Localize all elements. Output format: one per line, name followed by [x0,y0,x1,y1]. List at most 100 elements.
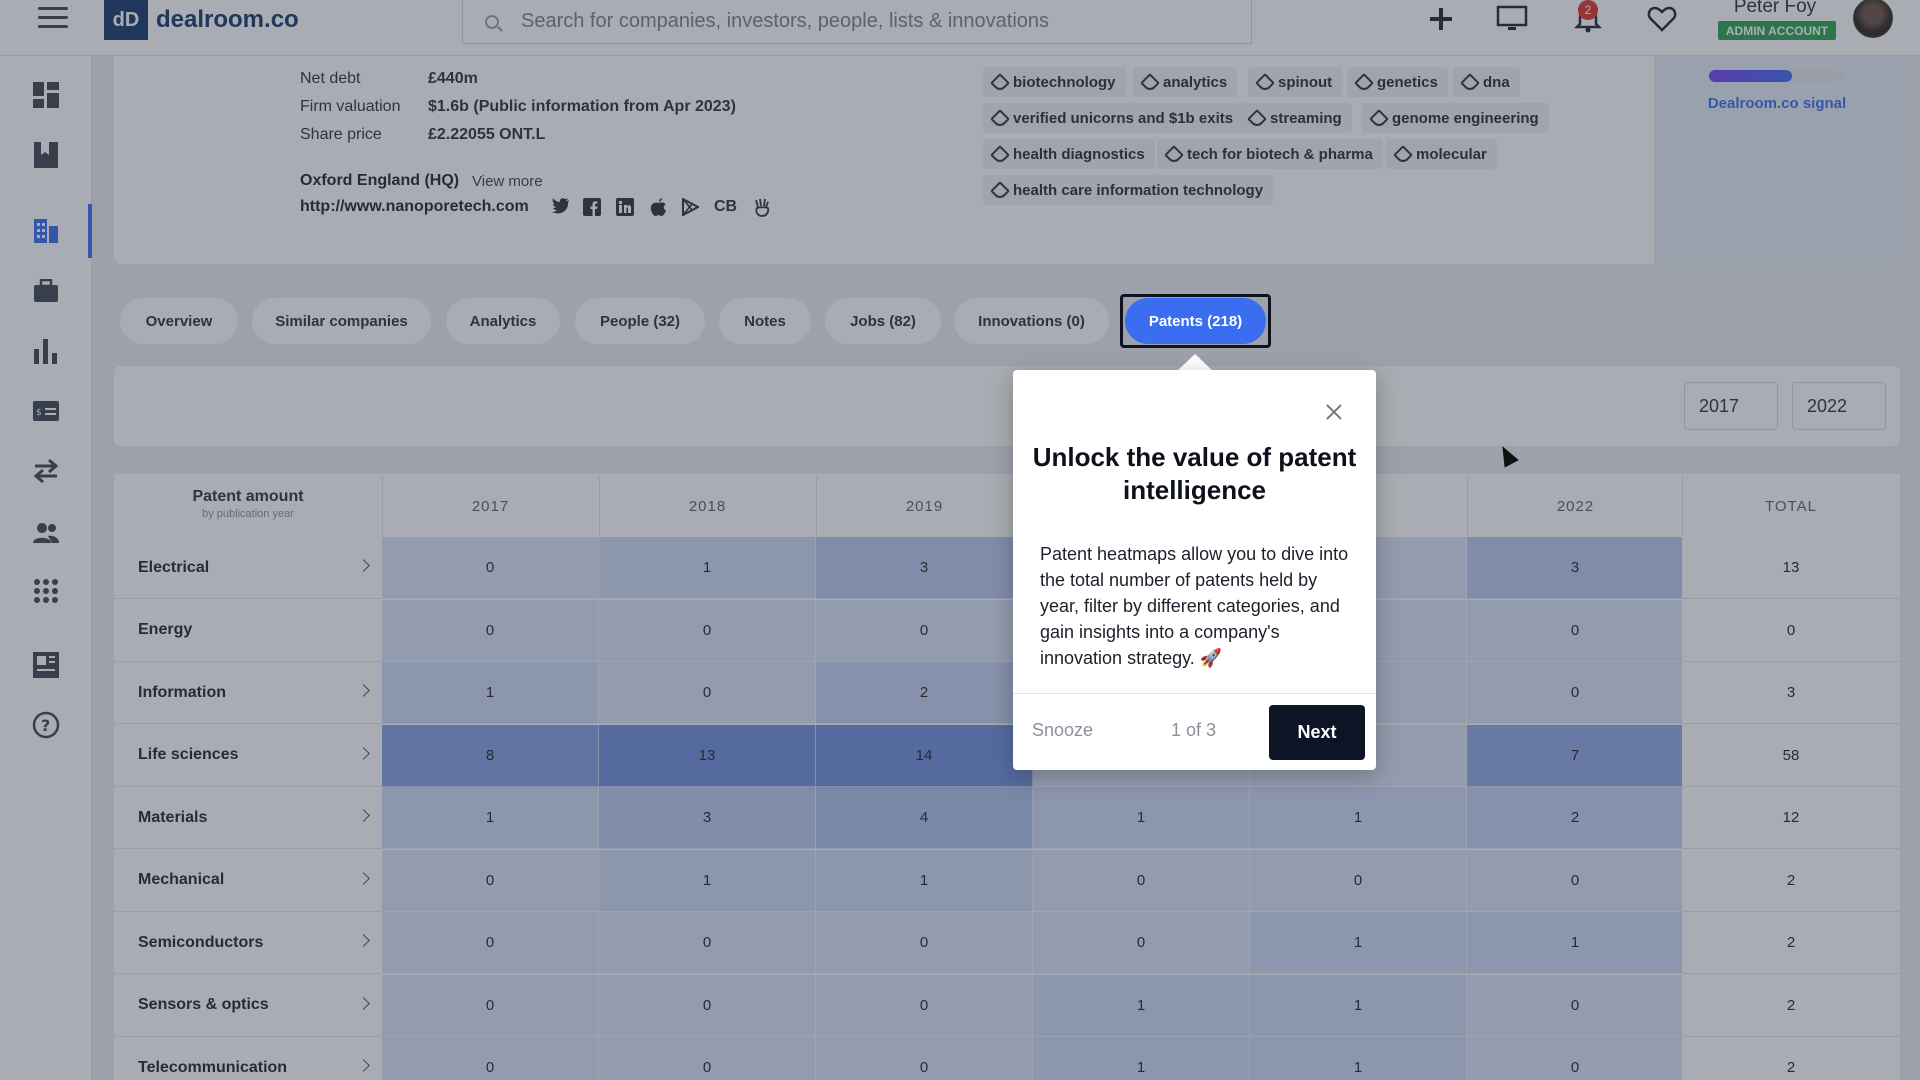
twitter-icon[interactable] [552,198,570,219]
tag[interactable]: analytics [1133,67,1238,97]
tag[interactable]: genetics [1347,67,1448,97]
heatmap-cell[interactable]: 0 [1467,849,1684,912]
heatmap-cell[interactable]: 1 [1250,974,1467,1037]
chevron-right-icon[interactable] [357,559,370,572]
heatmap-cell[interactable]: 8 [382,724,599,787]
heatmap-cell[interactable]: 0 [599,912,816,974]
tag[interactable]: spinout [1248,67,1343,97]
row-label[interactable]: Sensors & optics [114,974,382,1037]
heatmap-cell[interactable]: 0 [599,662,816,724]
row-label[interactable]: Information [114,662,382,724]
row-label[interactable]: Mechanical [114,849,382,912]
tag[interactable]: streaming [1240,103,1352,133]
heatmap-cell[interactable]: 0 [599,599,816,662]
next-button[interactable]: Next [1269,705,1365,760]
tag[interactable]: tech for biotech & pharma [1157,139,1383,169]
chevron-right-icon[interactable] [357,934,370,947]
tag[interactable]: dna [1453,67,1520,97]
transactions-icon[interactable]: $ [28,394,64,428]
people-icon[interactable] [28,516,64,550]
heatmap-cell[interactable]: 0 [382,912,599,974]
chevron-right-icon[interactable] [357,746,370,760]
heart-icon[interactable] [1645,2,1679,36]
heatmap-cell[interactable]: 1 [382,787,599,849]
tab-jobs[interactable]: Jobs (82) [825,298,941,344]
heatmap-cell[interactable]: 4 [816,787,1033,849]
heatmap-cell[interactable]: 3 [599,787,816,849]
search-input[interactable]: Search for companies, investors, people,… [462,0,1252,44]
news-icon[interactable] [28,648,64,682]
tab-innovations[interactable]: Innovations (0) [954,298,1109,344]
heatmap-cell[interactable]: 0 [816,974,1033,1037]
chevron-right-icon[interactable] [357,684,370,697]
linkedin-icon[interactable] [616,198,634,221]
chevron-right-icon[interactable] [357,1059,370,1072]
bookmark-icon[interactable] [28,138,64,172]
heatmap-cell[interactable]: 14 [816,724,1033,787]
heatmap-cell[interactable]: 1 [599,849,816,912]
heatmap-cell[interactable]: 0 [1467,974,1684,1037]
heatmap-cell[interactable]: 1 [816,849,1033,912]
heatmap-cell[interactable]: 0 [599,1037,816,1080]
tag[interactable]: molecular [1386,139,1497,169]
google-play-icon[interactable] [682,197,701,221]
year-to-select[interactable]: 2022 [1792,382,1886,430]
year-from-select[interactable]: 2017 [1684,382,1778,430]
apps-grid-icon[interactable] [28,574,64,608]
heatmap-cell[interactable]: 1 [1033,974,1250,1037]
heatmap-cell[interactable]: 1 [1467,912,1684,974]
tag[interactable]: verified unicorns and $1b exits [983,103,1244,133]
heatmap-cell[interactable]: 0 [382,599,599,662]
avatar[interactable] [1853,0,1893,38]
tab-similar-companies[interactable]: Similar companies [252,298,431,344]
menu-icon[interactable] [38,7,68,29]
heatmap-cell[interactable]: 0 [382,1037,599,1080]
signal-label[interactable]: Dealroom.co signal [1654,95,1900,112]
tab-analytics[interactable]: Analytics [446,298,560,344]
heatmap-cell[interactable]: 3 [1467,537,1684,599]
heatmap-cell[interactable]: 1 [1033,1037,1250,1080]
row-label[interactable]: Materials [114,787,382,849]
heatmap-cell[interactable]: 0 [816,1037,1033,1080]
crunchbase-icon[interactable]: CB [714,198,737,216]
heatmap-cell[interactable]: 0 [382,537,599,599]
heatmap-cell[interactable]: 1 [599,537,816,599]
row-label[interactable]: Energy [114,599,382,662]
heatmap-cell[interactable]: 0 [816,599,1033,662]
heatmap-cell[interactable]: 1 [382,662,599,724]
heatmap-cell[interactable]: 0 [1033,849,1250,912]
apple-icon[interactable] [650,198,667,222]
logo[interactable]: dD dealroom.co [104,0,299,40]
heatmap-cell[interactable]: 3 [816,537,1033,599]
add-icon[interactable] [1424,2,1458,36]
row-label[interactable]: Life sciences [114,724,382,787]
heatmap-cell[interactable]: 0 [816,912,1033,974]
heatmap-cell[interactable]: 2 [1467,787,1684,849]
heatmap-cell[interactable]: 7 [1467,724,1684,787]
companies-icon[interactable] [28,214,64,248]
row-label[interactable]: Electrical [114,537,382,599]
angellist-icon[interactable] [754,198,770,222]
hq-location[interactable]: Oxford England (HQ) [300,172,459,190]
user-name[interactable]: Peter Foy [1700,0,1850,18]
tab-notes[interactable]: Notes [719,298,811,344]
row-label[interactable]: Telecommunication [114,1037,382,1080]
heatmap-cell[interactable]: 1 [1250,1037,1467,1080]
heatmap-cell[interactable]: 1 [1250,912,1467,974]
chevron-right-icon[interactable] [357,809,370,822]
investors-icon[interactable] [28,274,64,308]
analytics-icon[interactable] [28,334,64,368]
heatmap-cell[interactable]: 0 [1467,662,1684,724]
tab-people[interactable]: People (32) [575,298,705,344]
chevron-right-icon[interactable] [357,996,370,1010]
tag[interactable]: biotechnology [983,67,1126,97]
heatmap-cell[interactable]: 0 [1467,599,1684,662]
heatmap-cell[interactable]: 13 [599,724,816,787]
heatmap-cell[interactable]: 0 [1467,1037,1684,1080]
chevron-right-icon[interactable] [357,871,370,885]
dashboard-icon[interactable] [28,78,64,112]
heatmap-cell[interactable]: 1 [1033,787,1250,849]
heatmap-cell[interactable]: 0 [1250,849,1467,912]
heatmap-cell[interactable]: 1 [1250,787,1467,849]
row-label[interactable]: Semiconductors [114,912,382,974]
